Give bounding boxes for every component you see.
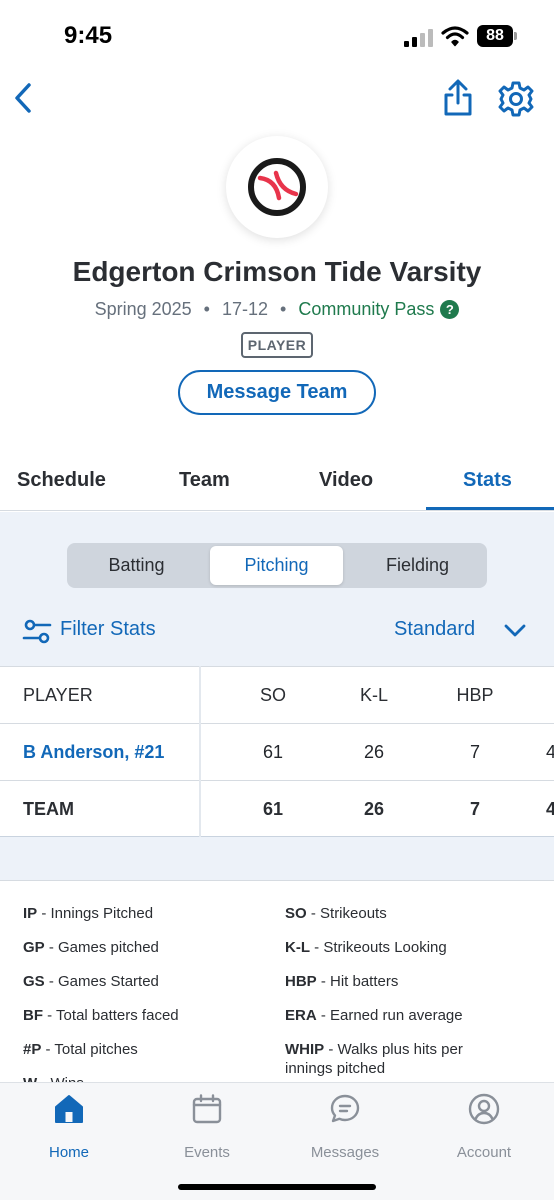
team-kl-value: 26 — [363, 799, 385, 819]
kl-value: 26 — [363, 742, 385, 762]
share-icon — [444, 79, 472, 116]
table-row: B Anderson, #21 61 26 7 4 — [0, 723, 554, 780]
legend-item: WHIP - Walks plus hits per — [285, 1041, 463, 1058]
calendar-icon — [192, 1094, 222, 1124]
column-header-player[interactable]: PLAYER — [23, 667, 93, 723]
signal-icon — [404, 29, 433, 47]
overflow-value: 4 — [546, 742, 554, 762]
tab-video[interactable]: Video — [319, 469, 373, 492]
back-button[interactable] — [8, 78, 42, 118]
record-label: 17-12 — [221, 299, 269, 319]
nav-account-label: Account — [456, 1144, 512, 1161]
nav-home-label: Home — [48, 1144, 89, 1161]
nav-messages[interactable]: Messages — [300, 1093, 390, 1161]
column-header-overflow[interactable] — [546, 667, 554, 723]
pitching-stats-table: PLAYER SO K-L HBP B Anderson, #21 61 26 … — [0, 666, 554, 837]
tab-schedule[interactable]: Schedule — [17, 469, 106, 492]
help-icon[interactable]: ? — [440, 300, 460, 319]
baseball-icon — [248, 158, 306, 216]
column-header-so[interactable]: SO — [250, 667, 296, 723]
column-header-kl[interactable]: K-L — [351, 667, 397, 723]
frozen-column-divider — [199, 666, 201, 837]
team-so-value: 61 — [262, 799, 284, 819]
filter-stats-label: Filter Stats — [60, 618, 156, 640]
tab-team[interactable]: Team — [179, 469, 230, 492]
team-total-label: TEAM — [23, 799, 74, 819]
sliders-icon — [22, 619, 52, 644]
nav-events-label: Events — [184, 1144, 230, 1161]
legend-item: GS - Games Started — [23, 973, 159, 990]
nav-home[interactable]: Home — [24, 1093, 114, 1161]
team-meta: Spring 2025 • 17-12 • Community Pass? — [0, 299, 554, 320]
legend-item: HBP - Hit batters — [285, 973, 399, 990]
view-dropdown-label: Standard — [394, 618, 476, 640]
team-hbp-value: 7 — [469, 799, 480, 819]
segment-pitching[interactable]: Pitching — [210, 546, 343, 585]
battery-icon: 88 — [477, 25, 517, 47]
role-badge: PLAYER — [241, 332, 313, 358]
bottom-nav: Home Events Messages Account — [0, 1082, 554, 1200]
stats-panel: Batting Pitching Fielding Filter Stats S… — [0, 512, 554, 1090]
user-icon — [468, 1093, 500, 1125]
hbp-value: 7 — [469, 742, 480, 762]
share-button[interactable] — [439, 78, 477, 118]
segment-batting[interactable]: Batting — [70, 546, 203, 585]
active-tab-indicator — [426, 507, 554, 510]
stat-type-segmented-control: Batting Pitching Fielding — [67, 543, 487, 588]
legend-item: IP - Innings Pitched — [23, 905, 154, 922]
team-total-row: TEAM 61 26 7 4 — [0, 780, 554, 837]
season-label: Spring 2025 — [94, 299, 192, 319]
view-dropdown[interactable]: Standard — [394, 616, 534, 646]
legend-item: BF - Total batters faced — [23, 1007, 179, 1024]
battery-level: 88 — [477, 25, 513, 47]
nav-messages-label: Messages — [310, 1144, 380, 1161]
legend-item: SO - Strikeouts — [285, 905, 387, 922]
chevron-down-icon — [504, 624, 526, 637]
column-header-hbp[interactable]: HBP — [452, 667, 498, 723]
chat-icon — [330, 1094, 360, 1123]
legend-item: #P - Total pitches — [23, 1041, 138, 1058]
segment-fielding[interactable]: Fielding — [351, 546, 484, 585]
message-team-button[interactable]: Message Team — [178, 370, 376, 415]
table-header-row: PLAYER SO K-L HBP — [0, 666, 554, 723]
stats-legend: IP - Innings Pitched GP - Games pitched … — [0, 880, 554, 1090]
status-bar: 9:45 88 — [0, 0, 554, 70]
legend-item-continued: innings pitched — [285, 1060, 386, 1077]
legend-item: ERA - Earned run average — [285, 1007, 463, 1024]
tab-stats[interactable]: Stats — [463, 469, 512, 492]
so-value: 61 — [262, 742, 284, 762]
home-indicator — [178, 1184, 376, 1190]
team-logo — [226, 136, 328, 238]
team-name: Edgerton Crimson Tide Varsity — [72, 256, 482, 287]
legend-item: GP - Games pitched — [23, 939, 159, 956]
nav-account[interactable]: Account — [439, 1093, 529, 1161]
player-name-link[interactable]: B Anderson, #21 — [23, 724, 164, 780]
team-overflow-value: 4 — [546, 799, 554, 819]
status-time: 9:45 — [64, 22, 113, 49]
home-icon — [55, 1095, 83, 1123]
gear-icon — [498, 81, 534, 117]
nav-events[interactable]: Events — [162, 1093, 252, 1161]
chevron-left-icon — [15, 83, 31, 113]
tab-bar: Schedule Team Video Stats — [0, 455, 554, 511]
settings-button[interactable] — [497, 80, 535, 118]
wifi-icon — [441, 26, 469, 47]
legend-item: K-L - Strikeouts Looking — [285, 939, 447, 956]
pass-label[interactable]: Community Pass — [298, 299, 434, 319]
